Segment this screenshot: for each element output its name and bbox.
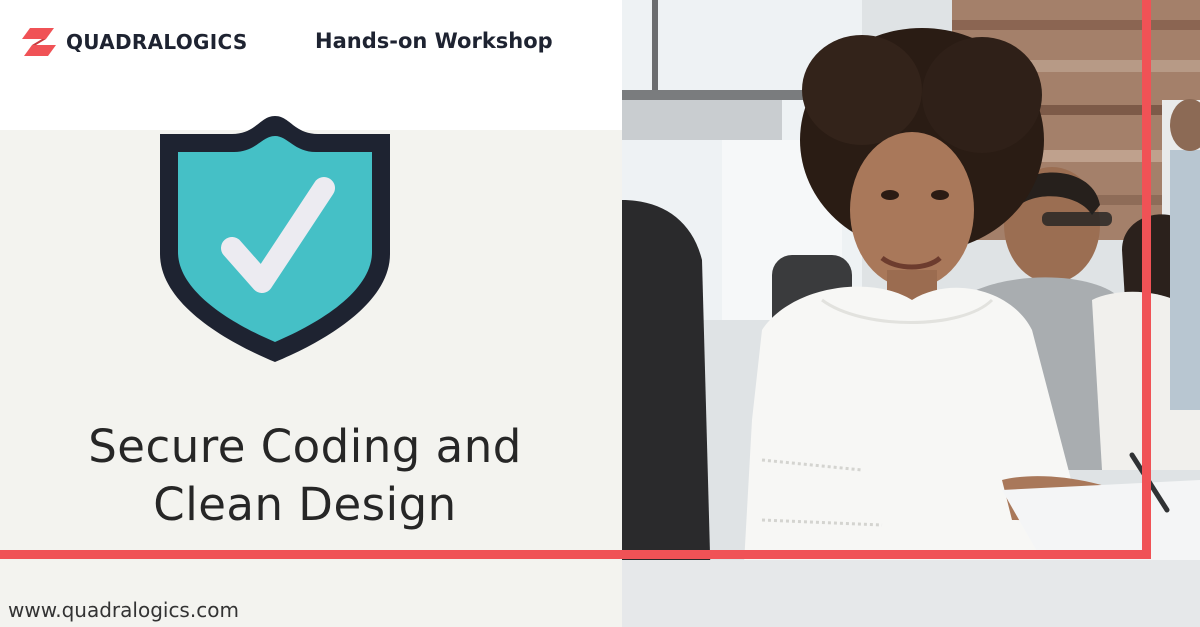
brand-name: QUADRALOGICS (66, 30, 248, 54)
title-line-1: Secure Coding and (88, 420, 522, 473)
accent-frame-horizontal (0, 550, 1145, 559)
title-line-2: Clean Design (153, 478, 457, 531)
workshop-tagline: Hands-on Workshop (315, 29, 553, 53)
brand-logo: QUADRALOGICS (20, 26, 248, 58)
people-at-workshop-photo (622, 0, 1200, 627)
shield-check-icon (158, 112, 392, 368)
accent-frame-vertical (1142, 0, 1151, 559)
header-area (0, 0, 622, 130)
diagonal-bars-logo-icon (22, 28, 56, 56)
workshop-title: Secure Coding and Clean Design (40, 418, 570, 534)
website-link[interactable]: www.quadralogics.com (8, 598, 239, 622)
